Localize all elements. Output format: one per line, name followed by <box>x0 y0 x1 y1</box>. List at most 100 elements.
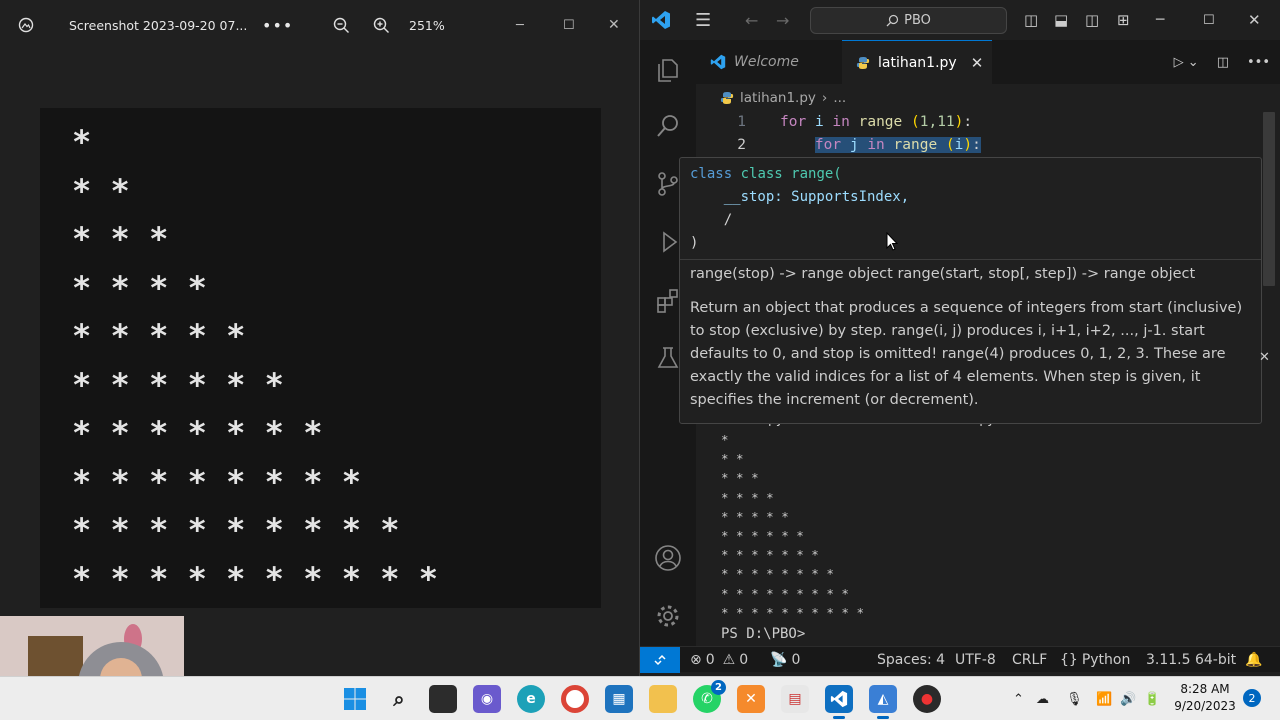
warning-icon: ⚠ <box>722 652 736 668</box>
clock-time: 8:28 AM <box>1180 682 1230 696</box>
document-app-icon[interactable]: ▤ <box>781 685 809 713</box>
chevron-right-icon: › <box>821 90 828 106</box>
menu-icon[interactable]: ☰ <box>695 0 711 40</box>
pattern-row: * * * * * * <box>72 365 284 404</box>
editor-scrollbar[interactable] <box>1263 112 1275 286</box>
toggle-panel-icon[interactable]: ⬓ <box>1054 0 1068 40</box>
terminal-prompt: PS D:\PBO> <box>721 626 806 642</box>
language-status[interactable]: {} Python <box>1060 647 1130 673</box>
command-center-search[interactable]: PBO <box>810 7 1007 34</box>
code-line: 1 for i in range (1,11): <box>696 110 1256 133</box>
edge-browser-icon[interactable]: e <box>517 685 545 713</box>
maximize-icon[interactable]: ☐ <box>563 0 575 50</box>
forward-arrow-icon[interactable]: → <box>776 0 789 40</box>
code-text: for i in range (1,11): <box>780 113 973 130</box>
eol-status[interactable]: CRLF <box>1012 647 1047 673</box>
split-editor-icon[interactable]: ◫ <box>1217 55 1229 70</box>
search-label: PBO <box>904 13 931 28</box>
xampp-icon[interactable]: ✕ <box>737 685 765 713</box>
zoom-level[interactable]: 251% <box>409 0 445 50</box>
close-panel-icon[interactable]: ✕ <box>1259 350 1270 365</box>
minimize-icon[interactable]: ─ <box>1156 0 1164 40</box>
remote-window-icon[interactable] <box>640 647 680 673</box>
line-number: 2 <box>737 136 746 153</box>
file-explorer-icon[interactable] <box>649 685 677 713</box>
search-icon[interactable] <box>652 110 684 142</box>
chrome-browser-icon[interactable] <box>561 685 589 713</box>
terminal-output-line: * * * * * <box>721 508 789 524</box>
pattern-row: * * <box>72 171 130 210</box>
accounts-icon[interactable] <box>652 542 684 574</box>
zoom-out-icon[interactable] <box>333 0 350 50</box>
minimize-icon[interactable]: ─ <box>516 0 524 50</box>
more-options-icon[interactable]: ••• <box>262 0 293 50</box>
recorder-app-icon[interactable]: ● <box>913 685 941 713</box>
battery-icon[interactable]: 🔋 <box>1144 677 1160 720</box>
tab-welcome[interactable]: Welcome <box>708 40 848 84</box>
toggle-secondary-sidebar-icon[interactable]: ◫ <box>1085 0 1099 40</box>
close-tab-icon[interactable]: ✕ <box>971 54 984 72</box>
breadcrumb-file[interactable]: latihan1.py <box>740 90 816 106</box>
start-windows-icon[interactable] <box>341 685 369 713</box>
customize-layout-icon[interactable]: ⊞ <box>1117 0 1130 40</box>
breadcrumb-symbol[interactable]: ... <box>833 90 846 106</box>
close-icon[interactable]: ✕ <box>608 0 620 50</box>
braces-icon: {} <box>1060 652 1078 668</box>
tab-latihan1[interactable]: latihan1.py ✕ <box>842 40 992 84</box>
terminal-output: * * * * * * * * * * * * * * * * * * * * * * * … <box>721 430 864 622</box>
microsoft-store-icon[interactable]: ▦ <box>605 685 633 713</box>
run-python-file-icon[interactable]: ▷ ⌄ <box>1174 55 1199 70</box>
indentation-status[interactable]: Spaces: 4 <box>877 647 945 673</box>
manage-gear-icon[interactable] <box>652 600 684 632</box>
editor-tabs: Welcome latihan1.py ✕ ▷ ⌄ ◫ ••• <box>696 40 1280 84</box>
pattern-row: * * * * * * * * <box>72 462 361 501</box>
broadcast-icon: 📡 <box>770 652 788 668</box>
error-icon: ⊗ <box>690 652 702 668</box>
more-actions-icon[interactable]: ••• <box>1247 55 1270 70</box>
interpreter-status[interactable]: 3.11.5 64-bit <box>1146 647 1236 673</box>
zoom-in-icon[interactable] <box>373 0 390 50</box>
photos-titlebar: Screenshot 2023-09-20 07... ••• 251% ─ ☐… <box>0 0 640 50</box>
system-clock[interactable]: 8:28 AM 9/20/2023 <box>1172 681 1238 715</box>
pattern-row: * * * <box>72 220 169 258</box>
ports-status[interactable]: 📡 0 <box>770 647 800 673</box>
terminal-output-line: * * <box>721 451 744 467</box>
python-file-icon <box>720 92 734 104</box>
whatsapp-icon[interactable]: ✆ 2 <box>693 680 726 713</box>
microphone-icon[interactable]: 🎙 <box>1066 677 1083 720</box>
show-hidden-icons-icon[interactable]: ⌃ <box>1013 677 1024 720</box>
problems-status[interactable]: ⊗ 0 ⚠ 0 <box>690 647 748 673</box>
terminal-output-line: * * * * * * <box>721 528 804 544</box>
hover-separator <box>680 259 1261 260</box>
terminal-output-line: * * * * * * * * <box>721 566 834 582</box>
maximize-icon[interactable]: ☐ <box>1203 0 1215 40</box>
taskbar: ⌕ ◉ e ▦ ✆ 2 ✕ ▤ ◭ ● ⌃ ☁ 🎙 📶 🔊 🔋 8:28 AM 9… <box>0 676 1280 720</box>
hover-documentation: Return an object that produces a sequenc… <box>690 300 1243 408</box>
whatsapp-badge: 2 <box>711 680 726 695</box>
terminal-output-line: * <box>721 432 729 447</box>
code-text: for j in range (i): <box>814 136 981 153</box>
terminal-output-line: * * * * * * * <box>721 547 819 563</box>
toggle-primary-sidebar-icon[interactable]: ◫ <box>1024 0 1038 40</box>
pattern-row: * * * * <box>72 268 207 307</box>
onedrive-icon[interactable]: ☁ <box>1036 677 1049 720</box>
code-editor[interactable]: 1 for i in range (1,11): 2 for j in rang… <box>696 110 1280 160</box>
back-arrow-icon[interactable]: ← <box>745 0 758 40</box>
encoding-status[interactable]: UTF-8 <box>955 647 996 673</box>
terminal-output-line: * * * * <box>721 489 774 505</box>
pattern-row: * <box>72 123 92 161</box>
pattern-row: * * * * * <box>72 317 246 355</box>
explorer-icon[interactable] <box>652 54 684 86</box>
photos-taskbar-icon[interactable]: ◭ <box>869 685 897 719</box>
search-icon[interactable]: ⌕ <box>385 685 413 713</box>
notification-center-badge[interactable]: 2 <box>1243 689 1261 707</box>
notifications-bell-icon[interactable]: 🔔 <box>1245 647 1262 673</box>
task-view-icon[interactable] <box>429 685 457 713</box>
teams-chat-icon[interactable]: ◉ <box>473 685 501 713</box>
close-icon[interactable]: ✕ <box>1248 0 1261 40</box>
volume-icon[interactable]: 🔊 <box>1120 677 1136 720</box>
wifi-icon[interactable]: 📶 <box>1096 677 1112 720</box>
breadcrumb: latihan1.py › ... <box>720 86 846 110</box>
vscode-taskbar-icon[interactable] <box>825 685 853 719</box>
vscode-titlebar: ☰ ← → PBO ◫ ⬓ ◫ ⊞ ─ ☐ ✕ <box>640 0 1280 40</box>
